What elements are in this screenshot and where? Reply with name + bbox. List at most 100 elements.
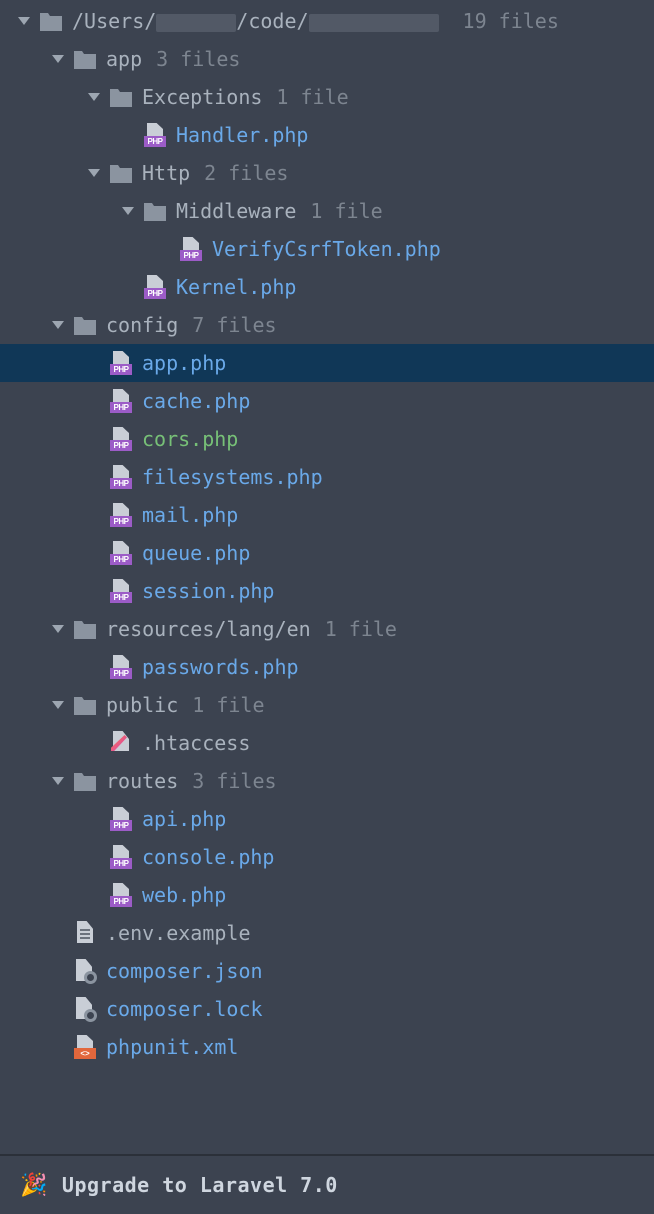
folder-label: resources/lang/en <box>106 617 311 641</box>
folder-label: public <box>106 693 178 717</box>
folder-label: Exceptions <box>142 85 262 109</box>
root-path: /Users//code/ <box>72 9 439 33</box>
folder-icon <box>142 199 168 223</box>
tree-root-row[interactable]: /Users//code/ 19 files <box>0 2 654 40</box>
file-label: phpunit.xml <box>106 1035 238 1059</box>
file-label: composer.lock <box>106 997 263 1021</box>
php-file-icon: PHP <box>108 807 134 831</box>
file-row-phpunit-xml[interactable]: <> phpunit.xml <box>0 1028 654 1066</box>
folder-row-public[interactable]: public 1 file <box>0 686 654 724</box>
expand-arrow-icon[interactable] <box>50 321 66 329</box>
party-popper-icon: 🎉 <box>20 1173 48 1198</box>
file-count: 1 file <box>310 199 382 223</box>
folder-icon <box>108 85 134 109</box>
folder-label: app <box>106 47 142 71</box>
folder-icon <box>72 693 98 717</box>
php-file-icon: PHP <box>108 465 134 489</box>
folder-icon <box>72 47 98 71</box>
php-file-icon: PHP <box>108 503 134 527</box>
expand-arrow-icon[interactable] <box>50 777 66 785</box>
file-row-console-php[interactable]: PHP console.php <box>0 838 654 876</box>
file-label: app.php <box>142 351 226 375</box>
file-count: 2 files <box>204 161 288 185</box>
expand-arrow-icon[interactable] <box>50 55 66 63</box>
php-file-icon: PHP <box>178 237 204 261</box>
file-label: Kernel.php <box>176 275 296 299</box>
file-row-passwords-php[interactable]: PHP passwords.php <box>0 648 654 686</box>
php-file-icon: PHP <box>108 579 134 603</box>
folder-row-config[interactable]: config 7 files <box>0 306 654 344</box>
php-file-icon: PHP <box>142 123 168 147</box>
php-file-icon: PHP <box>108 655 134 679</box>
file-row-web-php[interactable]: PHP web.php <box>0 876 654 914</box>
file-row-cache-php[interactable]: PHP cache.php <box>0 382 654 420</box>
file-tree: /Users//code/ 19 files app 3 files Excep… <box>0 0 654 1066</box>
php-file-icon: PHP <box>108 351 134 375</box>
expand-arrow-icon[interactable] <box>16 17 32 25</box>
php-file-icon: PHP <box>142 275 168 299</box>
upgrade-banner-text: Upgrade to Laravel 7.0 <box>62 1173 338 1197</box>
expand-arrow-icon[interactable] <box>86 169 102 177</box>
file-row-htaccess[interactable]: .htaccess <box>0 724 654 762</box>
file-row-queue-php[interactable]: PHP queue.php <box>0 534 654 572</box>
file-row-verifycsrf[interactable]: PHP VerifyCsrfToken.php <box>0 230 654 268</box>
xml-file-icon: <> <box>72 1035 98 1059</box>
file-label: api.php <box>142 807 226 831</box>
file-row-filesystems-php[interactable]: PHP filesystems.php <box>0 458 654 496</box>
folder-row-middleware[interactable]: Middleware 1 file <box>0 192 654 230</box>
folder-row-routes[interactable]: routes 3 files <box>0 762 654 800</box>
file-row-cors-php[interactable]: PHP cors.php <box>0 420 654 458</box>
file-count: 1 file <box>325 617 397 641</box>
file-label: queue.php <box>142 541 250 565</box>
folder-icon <box>72 617 98 641</box>
file-label: VerifyCsrfToken.php <box>212 237 441 261</box>
file-row-app-php[interactable]: PHP app.php <box>0 344 654 382</box>
expand-arrow-icon[interactable] <box>86 93 102 101</box>
file-count: 1 file <box>192 693 264 717</box>
file-label: session.php <box>142 579 274 603</box>
file-label: composer.json <box>106 959 263 983</box>
file-label: cache.php <box>142 389 250 413</box>
file-row-composer-lock[interactable]: composer.lock <box>0 990 654 1028</box>
file-label: .htaccess <box>142 731 250 755</box>
php-file-icon: PHP <box>108 389 134 413</box>
text-file-icon <box>72 921 98 945</box>
file-label: cors.php <box>142 427 238 451</box>
file-count: 7 files <box>192 313 276 337</box>
file-label: mail.php <box>142 503 238 527</box>
folder-row-resources[interactable]: resources/lang/en 1 file <box>0 610 654 648</box>
file-label: console.php <box>142 845 274 869</box>
json-file-icon <box>72 959 98 983</box>
folder-label: Middleware <box>176 199 296 223</box>
upgrade-banner[interactable]: 🎉 Upgrade to Laravel 7.0 <box>0 1154 654 1214</box>
folder-icon <box>38 9 64 33</box>
file-row-handler[interactable]: PHP Handler.php <box>0 116 654 154</box>
expand-arrow-icon[interactable] <box>120 207 136 215</box>
file-row-env-example[interactable]: .env.example <box>0 914 654 952</box>
file-label: web.php <box>142 883 226 907</box>
folder-icon <box>108 161 134 185</box>
file-row-kernel[interactable]: PHP Kernel.php <box>0 268 654 306</box>
folder-label: Http <box>142 161 190 185</box>
folder-row-http[interactable]: Http 2 files <box>0 154 654 192</box>
file-row-composer-json[interactable]: composer.json <box>0 952 654 990</box>
expand-arrow-icon[interactable] <box>50 701 66 709</box>
file-label: Handler.php <box>176 123 308 147</box>
folder-row-app[interactable]: app 3 files <box>0 40 654 78</box>
file-row-api-php[interactable]: PHP api.php <box>0 800 654 838</box>
folder-icon <box>72 313 98 337</box>
lock-file-icon <box>72 997 98 1021</box>
folder-label: config <box>106 313 178 337</box>
php-file-icon: PHP <box>108 845 134 869</box>
php-file-icon: PHP <box>108 883 134 907</box>
htaccess-file-icon <box>108 731 134 755</box>
expand-arrow-icon[interactable] <box>50 625 66 633</box>
file-label: passwords.php <box>142 655 299 679</box>
file-count: 19 files <box>463 9 559 33</box>
php-file-icon: PHP <box>108 541 134 565</box>
file-row-mail-php[interactable]: PHP mail.php <box>0 496 654 534</box>
folder-row-exceptions[interactable]: Exceptions 1 file <box>0 78 654 116</box>
folder-label: routes <box>106 769 178 793</box>
file-count: 1 file <box>276 85 348 109</box>
file-row-session-php[interactable]: PHP session.php <box>0 572 654 610</box>
